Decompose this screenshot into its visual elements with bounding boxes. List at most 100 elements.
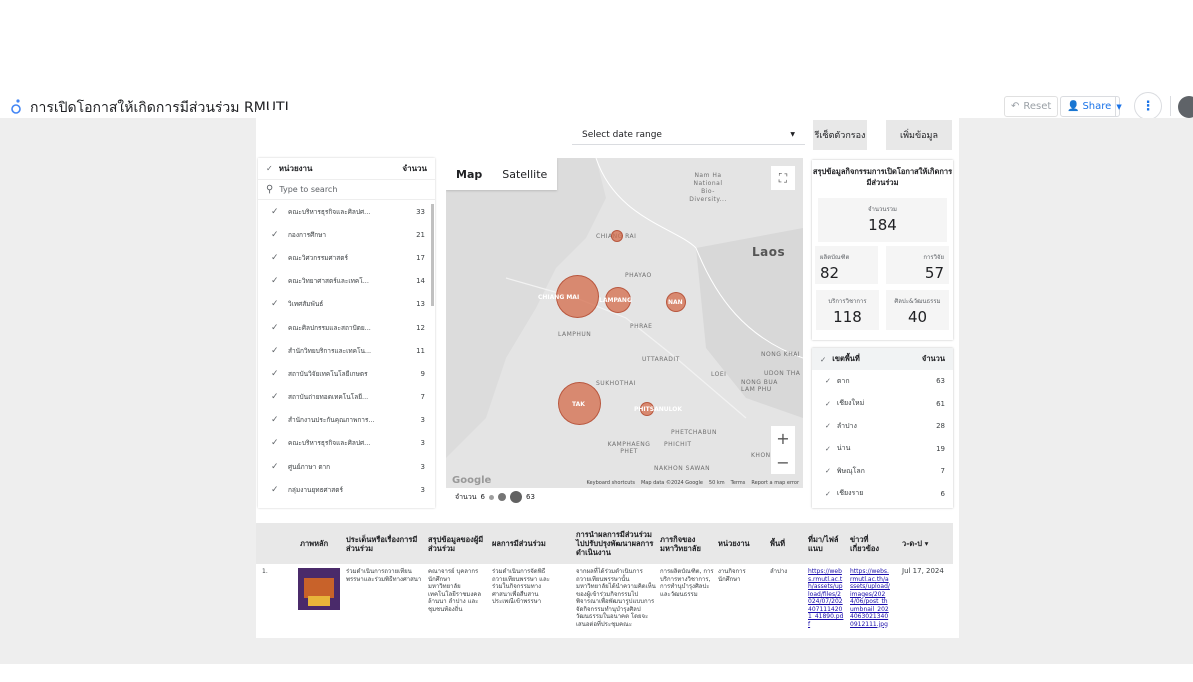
unit-filter-item[interactable]: ✓ คณะศิลปกรรมและสถาปัตย... 12 — [258, 316, 435, 339]
checkbox-checked-icon[interactable]: ✓ — [271, 346, 281, 356]
legend-dot-large — [510, 491, 523, 503]
zoom-in-icon[interactable]: + — [776, 429, 789, 448]
map-label-udon: UDON THA — [764, 370, 801, 377]
unit-filter-item[interactable]: ✓ กลุ่มงานยุทธศาสตร์ 3 — [258, 478, 435, 501]
area-item-count: 63 — [936, 377, 945, 386]
area-filter-item[interactable]: ✓ เชียงราย 6 — [812, 483, 953, 506]
area-filter-header[interactable]: ✓ เขตพื้นที่ จำนวน — [812, 348, 953, 370]
reset-filter-button[interactable]: รีเซ็ตตัวกรอง — [813, 120, 867, 150]
checkbox-checked-icon[interactable]: ✓ — [271, 485, 281, 495]
unit-item-count: 11 — [416, 346, 425, 355]
report-map-error-link[interactable]: Report a map error — [751, 480, 799, 486]
unit-item-label: วิเทศสัมพันธ์ — [288, 300, 324, 309]
unit-filter-item[interactable]: ✓ ศูนย์ภาษา ตาก 3 — [258, 455, 435, 478]
checkbox-checked-icon[interactable]: ✓ — [271, 276, 281, 286]
kpi-research-label: การวิจัย — [923, 254, 944, 261]
table-row[interactable]: 1. ร่วมดำเนินการถวายเทียนพรรษาและร่วมพิธ… — [256, 564, 953, 637]
unit-filter-item[interactable]: ✓ คณะบริหารธุรกิจและศิลปศ... 33 — [258, 200, 435, 223]
kpi-culture-value: 40 — [907, 308, 928, 326]
unit-filter-item[interactable]: ✓ สถาบันวิจัยเทคโนโลยีเกษตร 9 — [258, 362, 435, 385]
unit-filter-item[interactable]: ✓ กองการศึกษา 21 — [258, 223, 435, 246]
share-button[interactable]: 👤 Share ▼ — [1060, 96, 1122, 117]
area-filter-item[interactable]: ✓ เชียงใหม่ 61 — [812, 393, 953, 416]
col-topic[interactable]: ประเด็นหรือเรื่องการมีส่วนร่วม — [346, 523, 426, 564]
unit-filter-header[interactable]: ✓ หน่วยงาน จำนวน — [258, 158, 435, 180]
area-filter-item[interactable]: ✓ ลำปาง 28 — [812, 415, 953, 438]
col-stakeholders[interactable]: สรุปข้อมูลของผู้มีส่วนร่วม — [428, 523, 484, 564]
kpi-production-value: 82 — [820, 264, 840, 282]
row-usage: จากผลที่ได้ร่วมดำเนินการถวายเทียนพรรษานั… — [576, 568, 656, 628]
area-filter-item[interactable]: ✓ ตาก 63 — [812, 370, 953, 393]
unit-filter-item[interactable]: ✓ คณะบริหารธุรกิจและศิลปศ... 3 — [258, 432, 435, 455]
date-range-selector[interactable]: Select date range ▼ — [572, 125, 805, 145]
select-all-area-check-icon[interactable]: ✓ — [820, 355, 826, 364]
col-unit[interactable]: หน่วยงาน — [718, 523, 762, 564]
checkbox-checked-icon[interactable]: ✓ — [825, 445, 831, 453]
unit-filter-item[interactable]: ✓ สำนักวิทยบริการและเทคโน... 11 — [258, 339, 435, 362]
map-bubble-chiang-rai[interactable] — [611, 230, 623, 242]
col-result[interactable]: ผลการมีส่วนร่วม — [492, 523, 556, 564]
col-area[interactable]: พื้นที่ — [770, 523, 800, 564]
col-date[interactable]: ว-ด-ป ▾ — [902, 523, 946, 564]
checkbox-checked-icon[interactable]: ✓ — [271, 230, 281, 240]
tab-satellite[interactable]: Satellite — [492, 158, 557, 190]
row-news-link[interactable]: https://webs.rmutl.ac.th/assets/upload/i… — [850, 568, 890, 628]
map-label-nam-ha: Nam Ha National Bio-Diversity... — [689, 172, 727, 203]
checkbox-checked-icon[interactable]: ✓ — [825, 400, 831, 408]
area-filter-item[interactable]: ✓ พิษณุโลก 7 — [812, 460, 953, 483]
checkbox-checked-icon[interactable]: ✓ — [271, 299, 281, 309]
keyboard-shortcuts-link[interactable]: Keyboard shortcuts — [587, 480, 635, 486]
unit-filter-item[interactable]: ✓ วิเทศสัมพันธ์ 13 — [258, 293, 435, 316]
user-avatar[interactable] — [1178, 96, 1193, 118]
checkbox-checked-icon[interactable]: ✓ — [271, 392, 281, 402]
more-options-button[interactable]: ⋮ — [1134, 92, 1162, 120]
checkbox-checked-icon[interactable]: ✓ — [271, 253, 281, 263]
checkbox-checked-icon[interactable]: ✓ — [825, 467, 831, 475]
unit-item-count: 3 — [420, 439, 425, 448]
col-news[interactable]: ข่าวที่เกี่ยวข้อง — [850, 523, 890, 564]
checkbox-checked-icon[interactable]: ✓ — [271, 323, 281, 333]
unit-filter-item[interactable]: ✓สถาบันวิจัยและพัฒนา2 — [258, 501, 435, 508]
select-all-check-icon[interactable]: ✓ — [266, 164, 273, 173]
kpi-production: ผลิตบัณฑิต 82 — [815, 246, 878, 284]
unit-filter-item[interactable]: ✓ สำนักงานประกันคุณภาพการ... 3 — [258, 409, 435, 432]
row-mission: การผลิตบัณฑิต, การบริการทางวิชาการ, การท… — [660, 568, 714, 598]
unit-filter-item[interactable]: ✓ สถาบันถ่ายทอดเทคโนโลยี... 7 — [258, 386, 435, 409]
row-thumbnail-image[interactable] — [298, 568, 340, 610]
share-dropdown-chevron-icon[interactable]: ▼ — [1116, 103, 1121, 111]
map-label-nong-bua: NONG BUA LAM PHU — [741, 379, 778, 393]
row-result: ร่วมดำเนินการจัดพิธีถวายเทียนพรรษา และร่… — [492, 568, 550, 605]
checkbox-checked-icon[interactable]: ✓ — [825, 490, 831, 498]
unit-filter-item[interactable]: ✓ คณะวิทยาศาสตร์และเทคโ... 14 — [258, 270, 435, 293]
unit-list-scrollbar[interactable] — [431, 204, 434, 306]
unit-search-input[interactable]: ⚲ Type to search — [258, 180, 435, 200]
fullscreen-icon[interactable]: ⛶ — [771, 166, 795, 190]
add-data-button[interactable]: เพิ่มข้อมูล — [886, 120, 952, 150]
terms-link[interactable]: Terms — [731, 480, 746, 486]
geo-map[interactable]: Map Satellite ⛶ Nam Ha National Bio-Dive… — [446, 158, 803, 488]
col-image[interactable]: ภาพหลัก — [300, 523, 340, 564]
map-label-laos: Laos — [752, 245, 786, 259]
unit-item-label: สำนักวิทยบริการและเทคโน... — [288, 346, 372, 355]
checkbox-checked-icon[interactable]: ✓ — [271, 207, 281, 217]
tab-map[interactable]: Map — [446, 158, 492, 190]
col-usage[interactable]: การนำผลการมีส่วนร่วมไปปรับปรุงพัฒนาผลการ… — [576, 523, 656, 564]
col-ref[interactable]: ที่มา/ไฟล์แนบ — [808, 523, 844, 564]
map-label-tak: TAK — [572, 401, 585, 408]
zoom-out-icon[interactable]: − — [776, 453, 789, 472]
checkbox-checked-icon[interactable]: ✓ — [271, 415, 281, 425]
checkbox-checked-icon[interactable]: ✓ — [825, 377, 831, 385]
row-ref-link[interactable]: https://webs.rmutl.ac.th/assets/upload/f… — [808, 568, 844, 628]
map-label-nong-khai: NONG KHAI — [761, 351, 801, 358]
unit-item-count: 3 — [420, 416, 425, 425]
checkbox-checked-icon[interactable]: ✓ — [271, 369, 281, 379]
map-label-uttaradit: UTTARADIT — [642, 356, 680, 363]
reset-button[interactable]: ↶ Reset — [1004, 96, 1059, 117]
unit-filter-item[interactable]: ✓ คณะวิศวกรรมศาสตร์ 17 — [258, 246, 435, 269]
checkbox-checked-icon[interactable]: ✓ — [271, 462, 281, 472]
checkbox-checked-icon[interactable]: ✓ — [825, 422, 831, 430]
area-filter-item[interactable]: ✓ น่าน 19 — [812, 438, 953, 461]
checkbox-checked-icon[interactable]: ✓ — [271, 438, 281, 448]
unit-item-count: 13 — [416, 300, 425, 309]
col-mission[interactable]: ภารกิจของมหาวิทยาลัย — [660, 523, 714, 564]
